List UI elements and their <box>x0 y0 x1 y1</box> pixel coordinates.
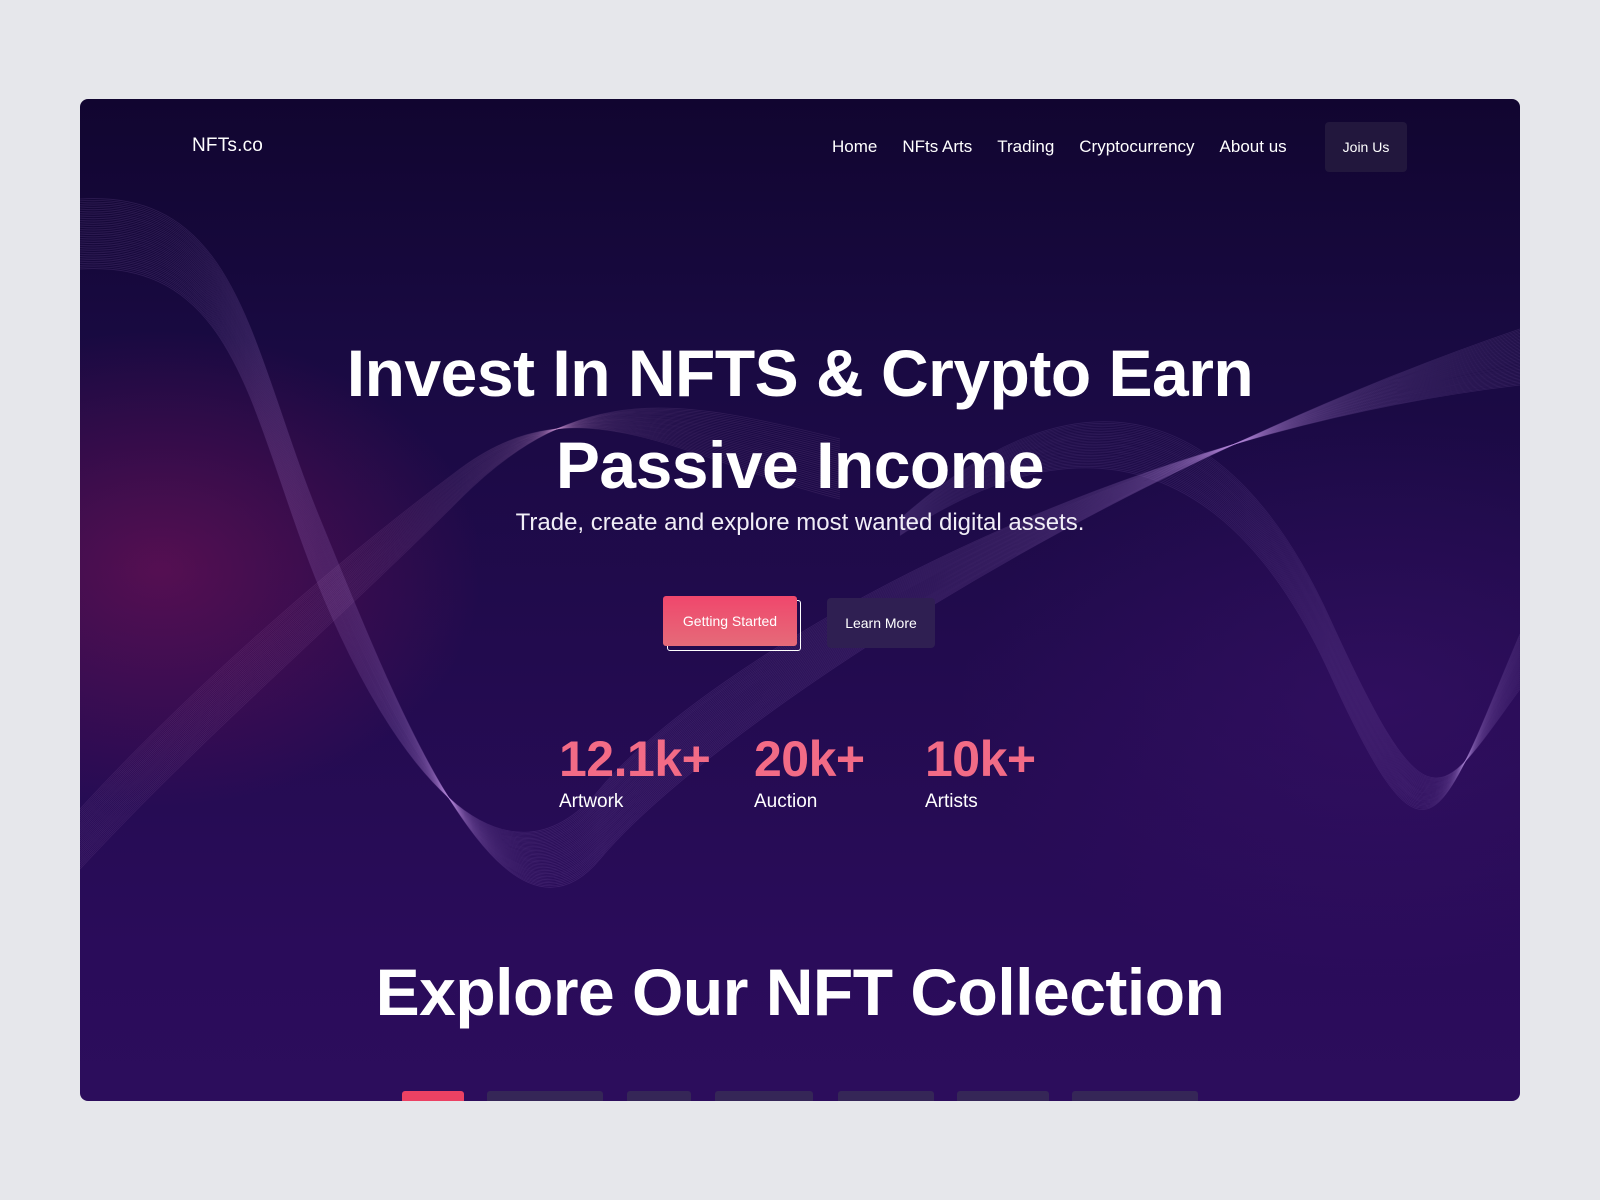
collection-filter-tab[interactable] <box>957 1091 1049 1101</box>
nav-link-nfts-arts[interactable]: NFts Arts <box>902 137 972 157</box>
collection-filter-tabs <box>80 1091 1520 1101</box>
stat-value: 20k+ <box>754 731 865 787</box>
nav-link-trading[interactable]: Trading <box>997 137 1054 157</box>
stat-label: Auction <box>754 791 818 812</box>
nav-link-cryptocurrency[interactable]: Cryptocurrency <box>1079 137 1194 157</box>
stat-label: Artists <box>925 791 978 812</box>
hero-subtitle: Trade, create and explore most wanted di… <box>515 509 1085 536</box>
getting-started-button[interactable]: Getting Started <box>663 596 797 646</box>
collection-filter-tab[interactable] <box>1072 1091 1198 1101</box>
nav-link-about-us[interactable]: About us <box>1220 137 1287 157</box>
hero-title-line-2: Passive Income <box>555 428 1045 502</box>
collection-filter-tab[interactable] <box>487 1091 603 1101</box>
nav-menu: Home NFts Arts Trading Cryptocurrency Ab… <box>832 137 1287 157</box>
site-logo[interactable]: NFTs.co <box>192 135 263 157</box>
stat-auction: 20k+ Auction <box>754 729 865 813</box>
collection-filter-tab[interactable] <box>715 1091 813 1101</box>
collection-filter-tab[interactable] <box>402 1091 464 1101</box>
stat-value: 12.1k+ <box>559 731 711 787</box>
collection-filter-tab[interactable] <box>627 1091 691 1101</box>
hero-frame: NFTs.co Home NFts Arts Trading Cryptocur… <box>80 99 1520 1101</box>
learn-more-button[interactable]: Learn More <box>827 598 935 648</box>
stat-label: Artwork <box>559 791 624 812</box>
top-navigation: NFTs.co Home NFts Arts Trading Cryptocur… <box>80 99 1520 199</box>
getting-started-button-group: Getting Started <box>663 596 803 651</box>
collection-filter-tab[interactable] <box>838 1091 934 1101</box>
stat-value: 10k+ <box>925 731 1036 787</box>
collection-section-title: Explore Our NFT Collection <box>375 955 1225 1029</box>
hero-title: Invest In NFTS & Crypto Earn Passive Inc… <box>230 327 1370 511</box>
stat-artwork: 12.1k+ Artwork <box>559 729 711 813</box>
stat-artists: 10k+ Artists <box>925 729 1036 813</box>
join-us-button[interactable]: Join Us <box>1325 122 1407 172</box>
nav-link-home[interactable]: Home <box>832 137 877 157</box>
hero-title-line-1: Invest In NFTS & Crypto Earn <box>346 336 1254 410</box>
